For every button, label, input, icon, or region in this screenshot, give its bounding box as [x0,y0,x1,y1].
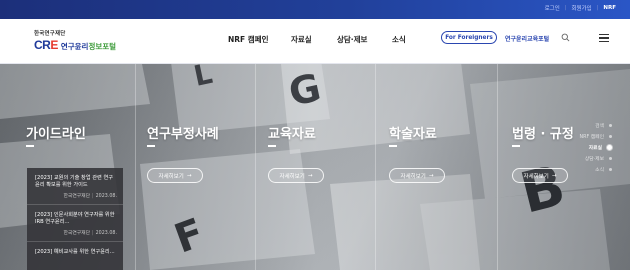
side-nav-dot [609,124,612,127]
hero-section: G L F B 가이드라인 연구부정사례 자세히보기→ 교육자료 자세히보기→ … [0,64,630,270]
news-title: [2023] 교원의 기술 창업 관련 연구윤리 확보를 위한 가이드 [35,175,113,188]
column-dash [512,145,520,147]
arrow-right-icon: → [186,172,192,179]
column-title: 가이드라인 [26,127,86,142]
side-nav-dot [609,168,612,171]
top-utility-bar: 로그인 | 회원가입 | NRF [0,0,630,19]
guideline-news-list: [2023] 교원의 기술 창업 관련 연구윤리 확보를 위한 가이드 한국연구… [27,168,123,270]
site-logo[interactable]: 한국연구재단 CRE 연구윤리정보포털 [34,29,116,52]
column-title: 학술자료 [389,127,437,142]
divider: | [596,5,599,11]
side-nav-item-news[interactable]: 소식 [595,166,612,173]
news-meta: 한국연구재단 | 2023.08. [63,231,117,236]
logo-cre-mark: CRE [34,38,58,52]
column-title: 연구부정사례 [147,127,219,142]
nav-item-news[interactable]: 소식 [392,34,406,45]
for-foreigners-button[interactable]: For Foreigners [441,31,497,44]
nrf-link[interactable]: NRF [603,5,616,11]
news-meta: 한국연구재단 | 2023.08. [63,194,117,199]
arrow-right-icon: → [307,172,313,179]
side-nav-dot-active [607,145,612,150]
logo-org-name: 한국연구재단 [34,31,66,37]
column-title: 교육자료 [268,127,316,142]
column-misconduct-cases[interactable]: 연구부정사례 자세히보기 → [135,64,255,270]
news-title: [2023] 인문사회분야 연구자를 위한 IRB 연구윤리... [35,212,115,225]
nav-item-library[interactable]: 자료실 [291,34,312,45]
logo-title: 연구윤리정보포털 [60,42,117,51]
divider: | [564,5,567,11]
side-nav-item-campaign[interactable]: NRF 캠페인 [580,133,612,140]
signup-link[interactable]: 회원가입 [571,4,591,12]
arrow-right-icon: → [428,172,434,179]
side-section-nav: 검색 NRF 캠페인 자료실 상담·제보 소식 [580,122,612,173]
column-title: 법령 · 규정 [512,127,574,142]
more-button[interactable]: 자세히보기 → [512,168,568,183]
search-icon[interactable] [561,33,570,42]
hamburger-menu-icon[interactable] [599,34,609,43]
side-nav-item-library[interactable]: 자료실 [589,144,612,151]
more-button[interactable]: 자세히보기 → [268,168,324,183]
list-item[interactable]: [2023] 인문사회분야 연구자를 위한 IRB 연구윤리... 한국연구재단… [27,205,123,242]
column-academic-materials[interactable]: 학술자료 자세히보기 → [375,64,497,270]
side-nav-item-consult-report[interactable]: 상담·제보 [585,155,612,162]
list-item[interactable]: [2023] 예비교사를 위한 연구윤리... [27,242,123,261]
side-nav-dot [609,135,612,138]
arrow-right-icon: → [551,172,557,179]
side-nav-dot [609,157,612,160]
column-education-materials[interactable]: 교육자료 자세히보기 → [255,64,375,270]
list-item[interactable]: [2023] 교원의 기술 창업 관련 연구윤리 확보를 위한 가이드 한국연구… [27,168,123,205]
login-link[interactable]: 로그인 [545,4,560,12]
column-dash [268,145,276,147]
site-header: 한국연구재단 CRE 연구윤리정보포털 NRF 캠페인 자료실 상담·제보 소식… [0,19,630,64]
news-title: [2023] 예비교사를 위한 연구윤리... [35,249,115,255]
more-button[interactable]: 자세히보기 → [147,168,203,183]
nav-item-consult-report[interactable]: 상담·제보 [337,34,367,45]
utility-links: 로그인 | 회원가입 | NRF [545,4,616,12]
edu-portal-link[interactable]: 연구윤리교육포털 [505,34,549,43]
side-nav-item-search[interactable]: 검색 [595,122,612,129]
nav-item-campaign[interactable]: NRF 캠페인 [228,34,269,45]
column-dash [147,145,155,147]
column-dash [389,145,397,147]
column-dash [26,145,34,147]
more-button[interactable]: 자세히보기 → [389,168,445,183]
